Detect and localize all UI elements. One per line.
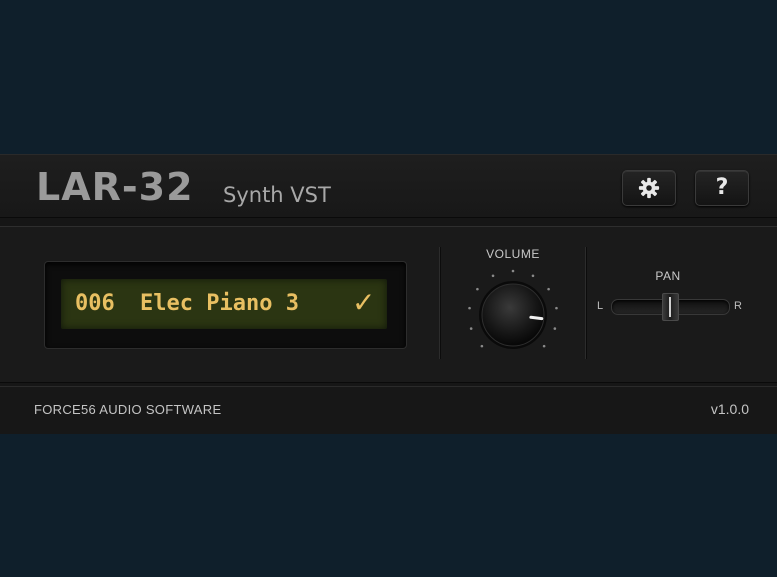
check-icon: ✓ bbox=[352, 286, 376, 319]
plugin-window: LAR-32 Synth VST ? 006 Elec Piano 3 ✓ VO… bbox=[0, 154, 777, 434]
pan-slider-handle[interactable] bbox=[662, 293, 679, 321]
volume-tick-mark bbox=[491, 274, 495, 278]
plugin-header: LAR-32 Synth VST ? bbox=[0, 155, 777, 218]
volume-tick-mark bbox=[468, 306, 471, 310]
volume-tick-mark bbox=[555, 306, 558, 310]
controls-panel: 006 Elec Piano 3 ✓ VOLUME PAN L R bbox=[0, 226, 777, 383]
product-name: LAR-32 bbox=[36, 165, 194, 209]
volume-tick-mark bbox=[476, 287, 479, 291]
volume-tick-mark bbox=[547, 287, 550, 291]
preset-name: Elec Piano 3 bbox=[140, 291, 299, 316]
plugin-footer: FORCE56 AUDIO SOFTWARE v1.0.0 bbox=[0, 386, 777, 434]
pan-label: PAN bbox=[655, 269, 681, 283]
volume-tick-mark bbox=[511, 269, 515, 273]
stage: LAR-32 Synth VST ? 006 Elec Piano 3 ✓ VO… bbox=[0, 0, 777, 577]
settings-button[interactable] bbox=[622, 170, 676, 206]
volume-tick-mark bbox=[480, 344, 484, 348]
preset-number: 006 bbox=[75, 291, 115, 316]
help-icon: ? bbox=[715, 175, 729, 200]
product-subtitle: Synth VST bbox=[223, 183, 331, 207]
help-button[interactable]: ? bbox=[695, 170, 749, 206]
pan-handle-indicator bbox=[669, 297, 671, 317]
volume-tick-mark bbox=[542, 344, 546, 348]
volume-label: VOLUME bbox=[486, 247, 540, 261]
preset-display[interactable]: 006 Elec Piano 3 ✓ bbox=[61, 279, 387, 329]
company-name: FORCE56 AUDIO SOFTWARE bbox=[34, 402, 222, 417]
pan-right-label: R bbox=[734, 300, 742, 312]
volume-knob-graphic bbox=[468, 269, 558, 349]
volume-tick-mark bbox=[553, 327, 557, 330]
preset-display-bezel: 006 Elec Piano 3 ✓ bbox=[44, 261, 407, 349]
version-label: v1.0.0 bbox=[710, 401, 749, 417]
section-divider bbox=[585, 247, 586, 359]
section-divider bbox=[439, 247, 440, 359]
volume-tick-mark bbox=[469, 327, 473, 330]
gear-icon bbox=[638, 177, 660, 199]
volume-knob[interactable] bbox=[461, 263, 565, 367]
volume-knob-pointer bbox=[529, 315, 544, 321]
pan-left-label: L bbox=[597, 300, 604, 312]
volume-tick-mark bbox=[531, 274, 535, 278]
